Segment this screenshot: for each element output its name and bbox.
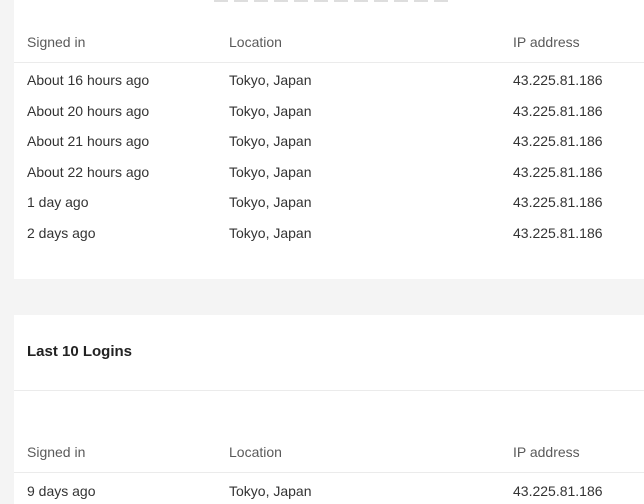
header-divider (14, 62, 644, 63)
last-logins-header-row: Signed in Location IP address (14, 437, 644, 467)
location-cell: Tokyo, Japan (229, 225, 312, 241)
ip-address-cell: 43.225.81.186 (513, 133, 603, 149)
location-cell: Tokyo, Japan (229, 164, 312, 180)
column-header-signed-in: Signed in (27, 34, 86, 50)
clipped-text-above (214, 0, 454, 2)
table-row: About 22 hours ago Tokyo, Japan 43.225.8… (14, 157, 644, 187)
table-row: About 16 hours ago Tokyo, Japan 43.225.8… (14, 65, 644, 95)
location-cell: Tokyo, Japan (229, 103, 312, 119)
recent-logins-header-row: Signed in Location IP address (14, 27, 644, 57)
ip-address-cell: 43.225.81.186 (513, 225, 603, 241)
signed-in-cell: 2 days ago (27, 225, 96, 241)
column-header-signed-in: Signed in (27, 444, 86, 460)
ip-address-cell: 43.225.81.186 (513, 72, 603, 88)
column-header-ip-address: IP address (513, 34, 580, 50)
signed-in-cell: About 22 hours ago (27, 164, 150, 180)
header-divider (14, 472, 644, 473)
login-history-page: Signed in Location IP address About 16 h… (0, 0, 644, 504)
table-row: 9 days ago Tokyo, Japan 43.225.81.186 (14, 476, 644, 504)
title-divider (14, 390, 644, 391)
location-cell: Tokyo, Japan (229, 483, 312, 499)
signed-in-cell: About 16 hours ago (27, 72, 150, 88)
last-logins-panel: Last 10 Logins Signed in Location IP add… (14, 315, 644, 504)
signed-in-cell: 9 days ago (27, 483, 96, 499)
ip-address-cell: 43.225.81.186 (513, 103, 603, 119)
table-row: 1 day ago Tokyo, Japan 43.225.81.186 (14, 187, 644, 217)
location-cell: Tokyo, Japan (229, 194, 312, 210)
ip-address-cell: 43.225.81.186 (513, 194, 603, 210)
recent-logins-panel: Signed in Location IP address About 16 h… (14, 0, 644, 279)
location-cell: Tokyo, Japan (229, 72, 312, 88)
column-header-location: Location (229, 34, 282, 50)
section-title: Last 10 Logins (27, 343, 133, 360)
ip-address-cell: 43.225.81.186 (513, 483, 603, 499)
table-row: 2 days ago Tokyo, Japan 43.225.81.186 (14, 218, 644, 248)
table-row: About 20 hours ago Tokyo, Japan 43.225.8… (14, 96, 644, 126)
signed-in-cell: 1 day ago (27, 194, 89, 210)
column-header-ip-address: IP address (513, 444, 580, 460)
column-header-location: Location (229, 444, 282, 460)
location-cell: Tokyo, Japan (229, 133, 312, 149)
table-row: About 21 hours ago Tokyo, Japan 43.225.8… (14, 126, 644, 156)
ip-address-cell: 43.225.81.186 (513, 164, 603, 180)
signed-in-cell: About 20 hours ago (27, 103, 150, 119)
signed-in-cell: About 21 hours ago (27, 133, 150, 149)
